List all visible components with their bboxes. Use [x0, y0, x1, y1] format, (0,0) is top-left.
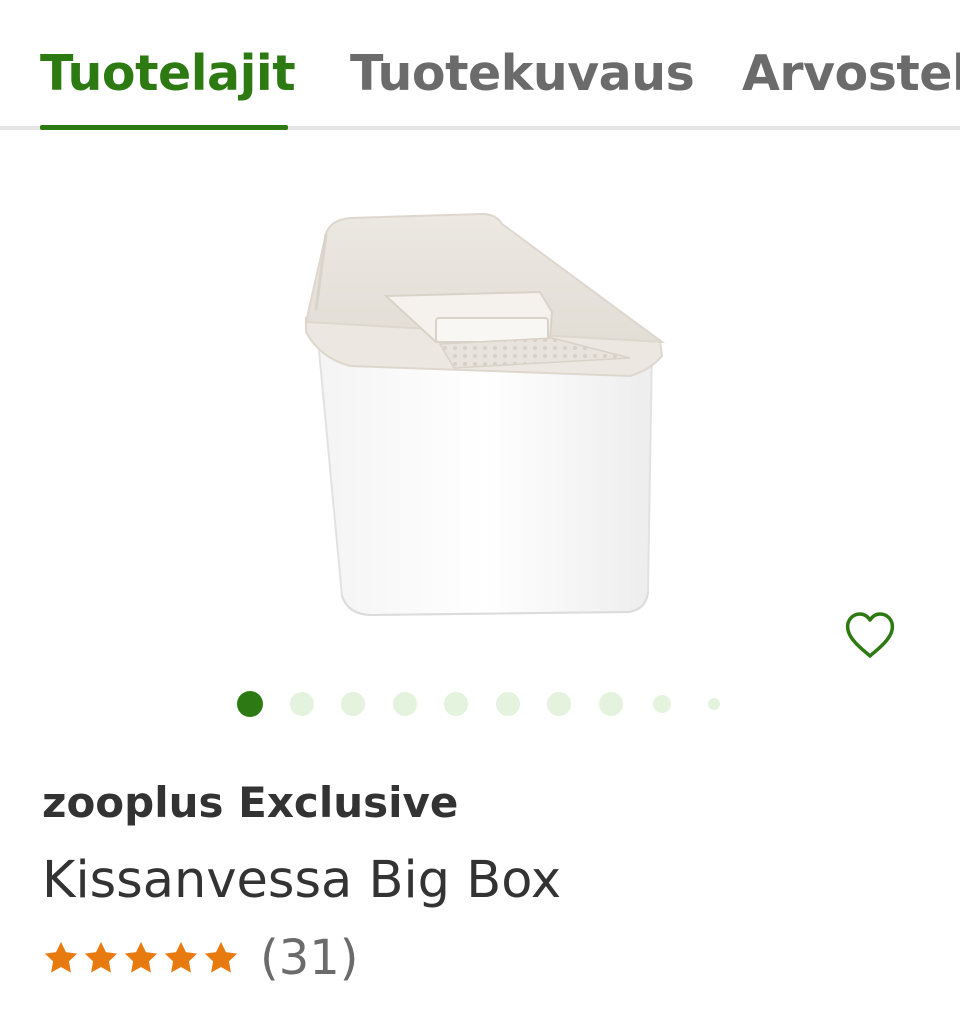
tab-tuotelajit[interactable]: Tuotelajit	[40, 40, 296, 108]
tab-arvostelut[interactable]: Arvostel	[742, 40, 960, 108]
carousel-dot[interactable]	[392, 692, 417, 716]
tab-bar: Tuotelajit Tuotekuvaus Arvostel	[0, 0, 960, 130]
cat-litter-box-image	[304, 212, 666, 617]
active-tab-indicator	[40, 125, 288, 130]
carousel-dot[interactable]	[598, 692, 623, 716]
carousel-dot[interactable]	[444, 692, 468, 716]
product-brand[interactable]: zooplus Exclusive	[42, 775, 458, 831]
review-count: (31)	[260, 930, 359, 986]
star-icon	[84, 941, 118, 973]
product-rating[interactable]: (31)	[42, 928, 359, 988]
image-carousel-dots	[0, 680, 960, 728]
product-image[interactable]	[290, 200, 680, 630]
carousel-dot[interactable]	[707, 698, 720, 710]
tab-tuotekuvaus[interactable]: Tuotekuvaus	[350, 40, 695, 108]
carousel-dot-active[interactable]	[237, 691, 263, 717]
wishlist-button[interactable]	[840, 608, 900, 664]
heart-outline-icon	[845, 612, 895, 658]
star-icon	[204, 941, 238, 973]
carousel-dot[interactable]	[547, 692, 571, 716]
product-title: Kissanvessa Big Box	[42, 851, 562, 910]
rating-stars	[42, 939, 240, 977]
carousel-dot[interactable]	[653, 695, 671, 713]
star-icon	[44, 941, 78, 973]
carousel-dot[interactable]	[341, 692, 365, 716]
carousel-dot[interactable]	[495, 692, 520, 716]
carousel-dot[interactable]	[289, 692, 314, 716]
star-icon	[124, 941, 158, 973]
star-icon	[164, 941, 198, 973]
